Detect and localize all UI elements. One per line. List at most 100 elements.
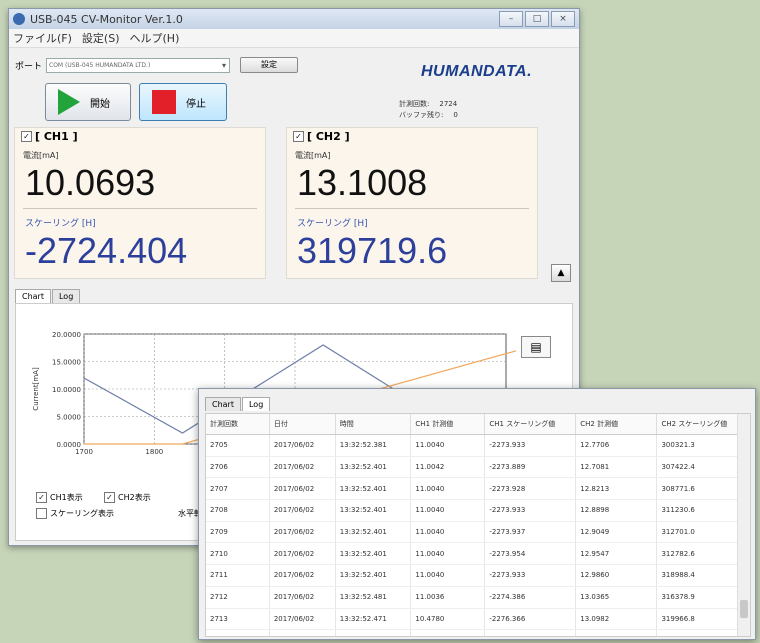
table-cell: 13.0365 [575,586,658,609]
minimize-button[interactable]: – [499,11,523,27]
table-row[interactable]: 2713 2017/06/02 13:32:52.471 10.4780 -2276.3… [206,608,750,631]
ch2-current-value: 13.1008 [297,162,428,203]
table-cell: 10.0693 [410,629,486,636]
port-select[interactable]: COM (USB-045 HUMANDATA LTD.) [46,57,231,73]
table-cell: 13:32:52.401 [335,564,412,587]
table-cell: -2273.933 [484,434,577,457]
table-cell: 13.0982 [575,608,658,631]
y-tick-label: 20.0000 [52,331,81,339]
table-cell: 2707 [206,477,270,501]
ch1-checkbox[interactable]: ✓ [21,131,32,142]
ch1-scaling-value: -2724.404 [25,230,188,271]
ch1-show-checkbox[interactable]: ✓ [36,492,47,503]
table-cell: 11.0036 [410,586,486,609]
menu-file[interactable]: ファイル(F) [13,30,72,46]
table-row[interactable]: 2709 2017/06/02 13:32:52.401 11.0040 -2273.9… [206,521,750,544]
port-label: ポート [15,61,43,72]
log-table: 計測回数 日付 時間 CH1 計測値 CH1 スケーリング値 CH2 計測値 CH2 スケー… [205,413,751,637]
table-row[interactable]: 2710 2017/06/02 13:32:52.401 11.0040 -2273.9… [206,542,750,566]
table-cell: 11.0042 [410,456,486,479]
table-cell: 318988.4 [656,564,750,587]
ch2-show-label: CH2表示 [118,493,151,502]
table-cell: 2712 [206,586,270,609]
table-cell: 12.7081 [575,456,658,479]
scaling-show-option[interactable]: スケーリング表示 [36,508,117,519]
table-cell: -2273.954 [484,542,577,566]
column-header[interactable]: CH2 計測値 [575,414,658,435]
table-cell: -2273.937 [484,521,577,544]
close-button[interactable]: × [551,11,575,27]
column-header[interactable]: 時間 [335,414,412,435]
table-cell: 319966.8 [656,608,750,631]
table-cell: -2724.404 [484,629,577,636]
stop-button[interactable]: 停止 [139,83,227,121]
table-cell: 2709 [206,521,270,544]
table-row[interactable]: 2711 2017/06/02 13:32:52.401 11.0040 -2273.9… [206,564,750,587]
start-button[interactable]: 開始 [45,83,131,121]
maximize-button[interactable]: □ [525,11,549,27]
column-header[interactable]: CH1 スケーリング値 [484,414,577,435]
menu-settings[interactable]: 設定(S) [82,30,120,46]
table-cell: 2017/06/02 [269,586,336,609]
ch2-show-option[interactable]: ✓ CH2表示 [104,492,154,503]
table-cell: 12.7706 [575,434,658,457]
table-row[interactable]: 2708 2017/06/02 13:32:52.401 11.0040 -2273.9… [206,499,750,522]
table-cell: 13:32:52.401 [335,499,412,522]
x-tick-label: 1800 [145,448,163,456]
ch2-scaling-label: スケーリング [H] [297,219,368,229]
ch2-show-checkbox[interactable]: ✓ [104,492,115,503]
table-cell: 300321.3 [656,434,750,457]
ch2-scaling-value: 319719.6 [297,230,448,271]
ch2-checkbox[interactable]: ✓ [293,131,304,142]
divider [295,208,529,209]
table-cell: 13:32:52.401 [335,542,412,566]
collapse-up-button[interactable]: ▲ [551,264,571,282]
set-button[interactable]: 設定 [240,57,299,73]
table-cell: 12.8213 [575,477,658,501]
tab-chart[interactable]: Chart [205,397,241,411]
table-cell: -2276.366 [484,608,577,631]
table-cell: -2273.928 [484,477,577,501]
count-value: 2724 [439,100,458,108]
table-row[interactable]: 2706 2017/06/02 13:32:52.401 11.0042 -2273.8… [206,456,750,479]
ch2-panel: ✓[ CH2 ] 電流[mA] 13.1008 スケーリング [H] 31971… [286,127,538,279]
table-row[interactable]: 27142017/06/0213:32:52.48110.0693-2724.4… [206,629,750,636]
table-cell: 2710 [206,542,270,566]
table-cell: 2706 [206,456,270,479]
column-header[interactable]: CH2 スケーリング値 [656,414,750,435]
scrollbar[interactable] [737,414,750,636]
x-tick-label: 1700 [75,448,93,456]
table-cell: 11.0040 [410,521,486,544]
table-cell: 13:32:52.381 [335,434,412,457]
column-header[interactable]: 日付 [269,414,336,435]
table-cell: 311230.6 [656,499,750,522]
stop-icon [152,90,176,114]
table-row[interactable]: 2712 2017/06/02 13:32:52.481 11.0036 -2274.3… [206,586,750,609]
table-cell: 2017/06/02 [269,564,336,587]
ch2-header: [ CH2 ] [307,130,350,143]
table-cell: 312782.6 [656,542,750,566]
column-header[interactable]: CH1 計測値 [410,414,486,435]
y-tick-label: 5.0000 [57,414,82,422]
title-bar: USB-045 CV-Monitor Ver.1.0 – □ × [9,9,579,29]
table-cell: 13.1008 [575,629,658,636]
table-cell: 319719.6 [656,629,750,636]
buffer-label: バッファ残り: [399,111,444,119]
ch1-show-option[interactable]: ✓ CH1表示 [36,492,86,503]
ch1-panel: ✓[ CH1 ] 電流[mA] 10.0693 スケーリング [H] -2724… [14,127,266,279]
chart-settings-button[interactable]: ▤ [521,336,551,358]
menu-help[interactable]: ヘルプ(H) [130,30,180,46]
y-axis-label: Current[mA] [32,367,40,411]
ch1-current-label: 電流[mA] [23,151,59,160]
table-row[interactable]: 2705 2017/06/02 13:32:52.381 11.0040 -2273.9… [206,434,750,457]
tab-chart[interactable]: Chart [15,289,51,303]
table-cell: 10.4780 [410,608,486,631]
tab-log[interactable]: Log [51,289,81,303]
scroll-thumb[interactable] [740,600,748,618]
column-header[interactable]: 計測回数 [206,414,270,435]
scaling-show-checkbox[interactable] [36,508,47,519]
table-cell: 2708 [206,499,270,522]
table-row[interactable]: 2707 2017/06/02 13:32:52.401 11.0040 -2273.9… [206,477,750,501]
tab-log[interactable]: Log [241,397,271,411]
table-cell: -2273.889 [484,456,577,479]
